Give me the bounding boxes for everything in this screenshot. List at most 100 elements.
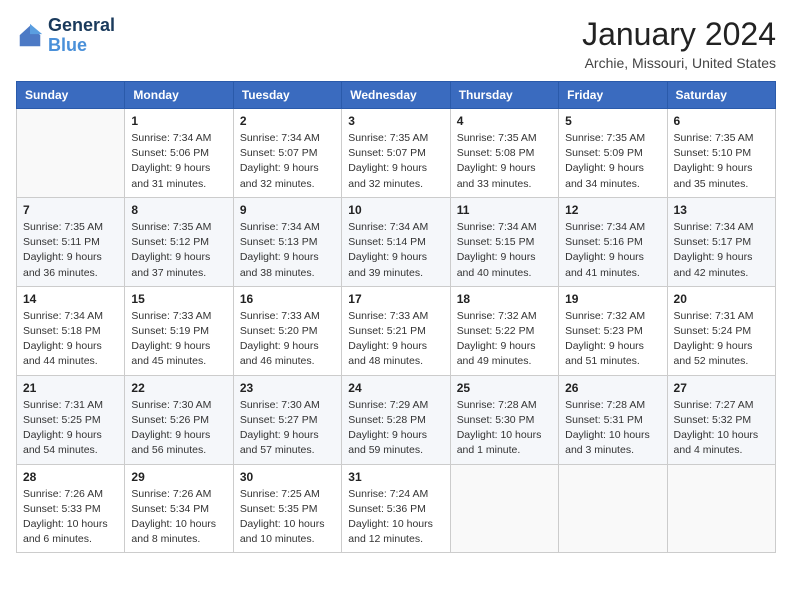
week-row-1: 1 Sunrise: 7:34 AMSunset: 5:06 PMDaylight… xyxy=(17,109,776,198)
day-number: 16 xyxy=(240,292,335,306)
day-info: Sunrise: 7:26 AMSunset: 5:34 PMDaylight:… xyxy=(131,487,226,548)
day-info: Sunrise: 7:31 AMSunset: 5:24 PMDaylight:… xyxy=(674,309,769,370)
day-cell: 8 Sunrise: 7:35 AMSunset: 5:12 PMDaylight… xyxy=(125,197,233,286)
weekday-wednesday: Wednesday xyxy=(342,82,450,109)
day-number: 26 xyxy=(565,381,660,395)
day-info: Sunrise: 7:35 AMSunset: 5:11 PMDaylight:… xyxy=(23,220,118,281)
day-cell: 25Sunrise: 7:28 AMSunset: 5:30 PMDayligh… xyxy=(450,375,558,464)
day-cell: 30 Sunrise: 7:25 AMSunset: 5:35 PMDayligh… xyxy=(233,464,341,553)
day-info: Sunrise: 7:35 AMSunset: 5:10 PMDaylight:… xyxy=(674,131,769,192)
day-number: 21 xyxy=(23,381,118,395)
day-info: Sunrise: 7:34 AMSunset: 5:18 PMDaylight:… xyxy=(23,309,118,370)
day-cell: 22Sunrise: 7:30 AMSunset: 5:26 PMDayligh… xyxy=(125,375,233,464)
weekday-tuesday: Tuesday xyxy=(233,82,341,109)
day-info: Sunrise: 7:33 AMSunset: 5:21 PMDaylight:… xyxy=(348,309,443,370)
location: Archie, Missouri, United States xyxy=(582,55,776,71)
week-row-4: 21 Sunrise: 7:31 AMSunset: 5:25 PMDayligh… xyxy=(17,375,776,464)
week-row-5: 28Sunrise: 7:26 AMSunset: 5:33 PMDayligh… xyxy=(17,464,776,553)
day-info: Sunrise: 7:34 AMSunset: 5:07 PMDaylight:… xyxy=(240,131,335,192)
day-cell: 6 Sunrise: 7:35 AMSunset: 5:10 PMDaylight… xyxy=(667,109,775,198)
day-info: Sunrise: 7:34 AMSunset: 5:17 PMDaylight:… xyxy=(674,220,769,281)
day-number: 14 xyxy=(23,292,118,306)
day-number: 23 xyxy=(240,381,335,395)
day-info: Sunrise: 7:33 AMSunset: 5:19 PMDaylight:… xyxy=(131,309,226,370)
week-row-3: 14 Sunrise: 7:34 AMSunset: 5:18 PMDayligh… xyxy=(17,286,776,375)
day-number: 10 xyxy=(348,203,443,217)
day-info: Sunrise: 7:34 AMSunset: 5:14 PMDaylight:… xyxy=(348,220,443,281)
day-cell: 15 Sunrise: 7:33 AMSunset: 5:19 PMDayligh… xyxy=(125,286,233,375)
day-info: Sunrise: 7:34 AMSunset: 5:06 PMDaylight:… xyxy=(131,131,226,192)
day-info: Sunrise: 7:28 AMSunset: 5:31 PMDaylight:… xyxy=(565,398,660,459)
day-number: 19 xyxy=(565,292,660,306)
weekday-header-row: SundayMondayTuesdayWednesdayThursdayFrid… xyxy=(17,82,776,109)
day-cell: 14 Sunrise: 7:34 AMSunset: 5:18 PMDayligh… xyxy=(17,286,125,375)
day-cell xyxy=(667,464,775,553)
day-cell: 16 Sunrise: 7:33 AMSunset: 5:20 PMDayligh… xyxy=(233,286,341,375)
weekday-saturday: Saturday xyxy=(667,82,775,109)
day-info: Sunrise: 7:25 AMSunset: 5:35 PMDaylight:… xyxy=(240,487,335,548)
day-number: 20 xyxy=(674,292,769,306)
day-number: 25 xyxy=(457,381,552,395)
day-info: Sunrise: 7:32 AMSunset: 5:23 PMDaylight:… xyxy=(565,309,660,370)
month-title: January 2024 xyxy=(582,16,776,53)
day-cell: 7Sunrise: 7:35 AMSunset: 5:11 PMDaylight… xyxy=(17,197,125,286)
day-info: Sunrise: 7:29 AMSunset: 5:28 PMDaylight:… xyxy=(348,398,443,459)
day-info: Sunrise: 7:35 AMSunset: 5:08 PMDaylight:… xyxy=(457,131,552,192)
day-cell: 11 Sunrise: 7:34 AMSunset: 5:15 PMDayligh… xyxy=(450,197,558,286)
day-cell: 17Sunrise: 7:33 AMSunset: 5:21 PMDayligh… xyxy=(342,286,450,375)
logo: General Blue xyxy=(16,16,115,56)
day-number: 29 xyxy=(131,470,226,484)
day-info: Sunrise: 7:30 AMSunset: 5:27 PMDaylight:… xyxy=(240,398,335,459)
day-info: Sunrise: 7:34 AMSunset: 5:15 PMDaylight:… xyxy=(457,220,552,281)
day-cell: 4 Sunrise: 7:35 AMSunset: 5:08 PMDaylight… xyxy=(450,109,558,198)
day-number: 8 xyxy=(131,203,226,217)
day-number: 27 xyxy=(674,381,769,395)
day-cell: 27 Sunrise: 7:27 AMSunset: 5:32 PMDayligh… xyxy=(667,375,775,464)
day-info: Sunrise: 7:35 AMSunset: 5:09 PMDaylight:… xyxy=(565,131,660,192)
day-number: 6 xyxy=(674,114,769,128)
day-cell: 13 Sunrise: 7:34 AMSunset: 5:17 PMDayligh… xyxy=(667,197,775,286)
calendar-body: 1 Sunrise: 7:34 AMSunset: 5:06 PMDaylight… xyxy=(17,109,776,553)
day-info: Sunrise: 7:34 AMSunset: 5:16 PMDaylight:… xyxy=(565,220,660,281)
day-number: 28 xyxy=(23,470,118,484)
day-cell: 29 Sunrise: 7:26 AMSunset: 5:34 PMDayligh… xyxy=(125,464,233,553)
day-number: 1 xyxy=(131,114,226,128)
day-cell: 5 Sunrise: 7:35 AMSunset: 5:09 PMDaylight… xyxy=(559,109,667,198)
day-cell: 9Sunrise: 7:34 AMSunset: 5:13 PMDaylight… xyxy=(233,197,341,286)
day-number: 11 xyxy=(457,203,552,217)
day-cell: 31Sunrise: 7:24 AMSunset: 5:36 PMDayligh… xyxy=(342,464,450,553)
day-cell: 2 Sunrise: 7:34 AMSunset: 5:07 PMDaylight… xyxy=(233,109,341,198)
day-number: 15 xyxy=(131,292,226,306)
day-cell: 3Sunrise: 7:35 AMSunset: 5:07 PMDaylight… xyxy=(342,109,450,198)
day-info: Sunrise: 7:33 AMSunset: 5:20 PMDaylight:… xyxy=(240,309,335,370)
day-cell xyxy=(559,464,667,553)
day-cell: 20 Sunrise: 7:31 AMSunset: 5:24 PMDayligh… xyxy=(667,286,775,375)
day-number: 4 xyxy=(457,114,552,128)
day-info: Sunrise: 7:27 AMSunset: 5:32 PMDaylight:… xyxy=(674,398,769,459)
day-info: Sunrise: 7:24 AMSunset: 5:36 PMDaylight:… xyxy=(348,487,443,548)
day-info: Sunrise: 7:30 AMSunset: 5:26 PMDaylight:… xyxy=(131,398,226,459)
day-info: Sunrise: 7:35 AMSunset: 5:12 PMDaylight:… xyxy=(131,220,226,281)
day-number: 30 xyxy=(240,470,335,484)
day-number: 5 xyxy=(565,114,660,128)
weekday-monday: Monday xyxy=(125,82,233,109)
day-number: 2 xyxy=(240,114,335,128)
day-info: Sunrise: 7:32 AMSunset: 5:22 PMDaylight:… xyxy=(457,309,552,370)
day-number: 13 xyxy=(674,203,769,217)
logo-text: General Blue xyxy=(48,16,115,56)
weekday-friday: Friday xyxy=(559,82,667,109)
day-number: 9 xyxy=(240,203,335,217)
calendar-table: SundayMondayTuesdayWednesdayThursdayFrid… xyxy=(16,81,776,553)
logo-icon xyxy=(16,22,44,50)
day-cell: 26 Sunrise: 7:28 AMSunset: 5:31 PMDayligh… xyxy=(559,375,667,464)
day-cell: 10 Sunrise: 7:34 AMSunset: 5:14 PMDayligh… xyxy=(342,197,450,286)
day-cell: 24 Sunrise: 7:29 AMSunset: 5:28 PMDayligh… xyxy=(342,375,450,464)
page-header: General Blue January 2024 Archie, Missou… xyxy=(16,16,776,71)
day-info: Sunrise: 7:31 AMSunset: 5:25 PMDaylight:… xyxy=(23,398,118,459)
day-cell: 12 Sunrise: 7:34 AMSunset: 5:16 PMDayligh… xyxy=(559,197,667,286)
day-cell: 21 Sunrise: 7:31 AMSunset: 5:25 PMDayligh… xyxy=(17,375,125,464)
day-number: 24 xyxy=(348,381,443,395)
day-number: 12 xyxy=(565,203,660,217)
day-cell: 18Sunrise: 7:32 AMSunset: 5:22 PMDayligh… xyxy=(450,286,558,375)
day-cell: 19 Sunrise: 7:32 AMSunset: 5:23 PMDayligh… xyxy=(559,286,667,375)
